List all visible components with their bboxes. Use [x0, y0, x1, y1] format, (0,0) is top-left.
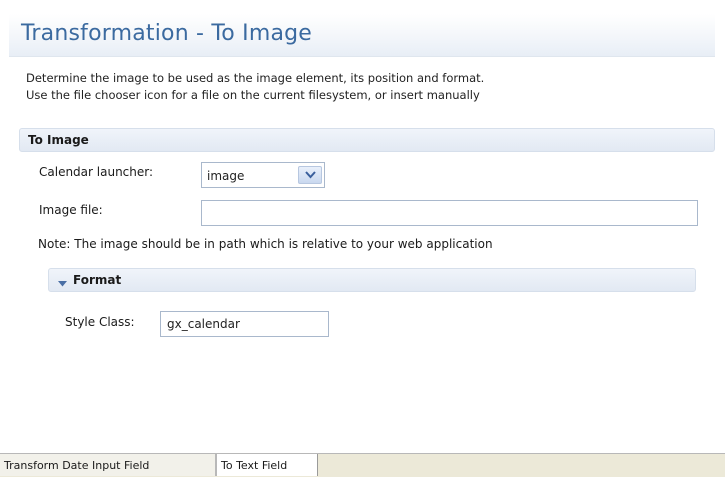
description-line-2: Use the file chooser icon for a file on … [26, 88, 480, 102]
format-section-header[interactable]: Format [48, 268, 696, 292]
description-line-1: Determine the image to be used as the im… [26, 71, 485, 85]
to-image-section-title: To Image [28, 133, 89, 147]
chevron-down-icon[interactable] [298, 166, 322, 184]
editor-tab-bar: Transform Date Input Field To Text Field [0, 453, 725, 477]
calendar-launcher-label: Calendar launcher: [39, 165, 154, 179]
expand-triangle-icon[interactable] [58, 276, 67, 290]
tab-transform-date-input-field[interactable]: Transform Date Input Field [0, 454, 216, 476]
tab-to-text-field[interactable]: To Text Field [216, 454, 318, 476]
image-file-input[interactable] [201, 200, 698, 226]
calendar-launcher-value: image [207, 169, 245, 183]
style-class-label: Style Class: [65, 315, 135, 329]
style-class-input[interactable] [160, 311, 329, 337]
calendar-launcher-select[interactable]: image [201, 162, 325, 188]
image-file-label: Image file: [39, 203, 103, 217]
to-image-section-header[interactable]: To Image [19, 128, 715, 152]
format-section-title: Format [73, 273, 122, 287]
tab-bar-filler [318, 454, 725, 476]
header-bar: Transformation - To Image [9, 14, 715, 57]
page-title: Transformation - To Image [21, 21, 313, 46]
path-note: Note: The image should be in path which … [38, 237, 493, 251]
